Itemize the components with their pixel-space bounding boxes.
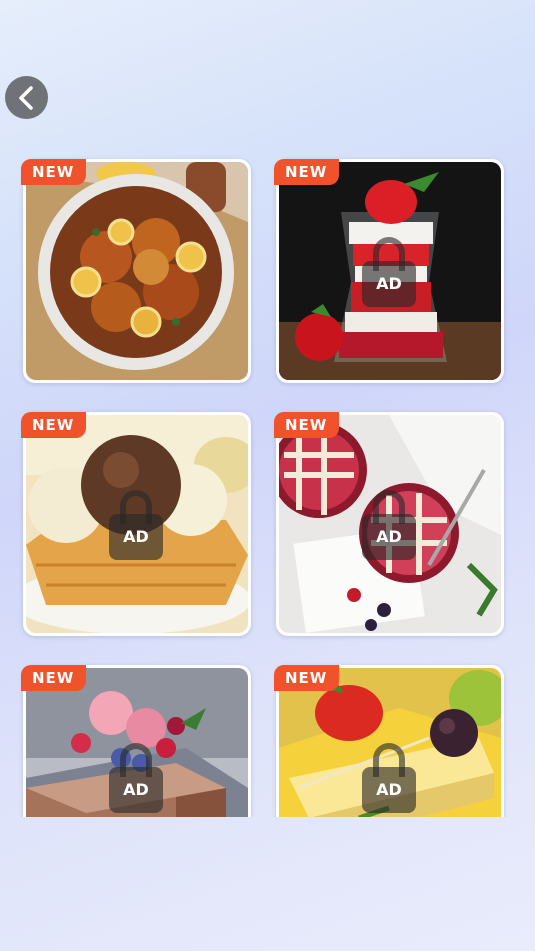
new-badge: NEW xyxy=(274,159,340,185)
new-badge: NEW xyxy=(274,665,340,691)
ad-lock-icon: AD xyxy=(362,237,416,307)
recipe-card[interactable]: NEW AD xyxy=(21,412,251,636)
ad-label: AD xyxy=(362,767,416,813)
back-button[interactable] xyxy=(5,76,48,119)
ad-lock-icon: AD xyxy=(109,743,163,813)
recipe-card[interactable]: NEW AD xyxy=(21,665,251,817)
recipe-grid[interactable]: NEW NEW AD NEW AD NEW AD NEW AD NEW AD xyxy=(0,150,535,817)
ad-label: AD xyxy=(362,261,416,307)
new-badge: NEW xyxy=(274,412,340,438)
ad-lock-icon: AD xyxy=(362,743,416,813)
ad-lock-icon: AD xyxy=(362,490,416,560)
ad-label: AD xyxy=(109,514,163,560)
new-badge: NEW xyxy=(21,159,87,185)
chevron-left-icon xyxy=(18,85,33,110)
recipe-card[interactable]: NEW AD xyxy=(274,159,504,383)
recipe-card[interactable]: NEW xyxy=(21,159,251,383)
ad-label: AD xyxy=(109,767,163,813)
new-badge: NEW xyxy=(21,665,87,691)
new-badge: NEW xyxy=(21,412,87,438)
ad-lock-icon: AD xyxy=(109,490,163,560)
recipe-thumbnail xyxy=(26,162,248,380)
recipe-card[interactable]: NEW AD xyxy=(274,412,504,636)
recipe-card[interactable]: NEW AD xyxy=(274,665,504,817)
ad-label: AD xyxy=(362,514,416,560)
